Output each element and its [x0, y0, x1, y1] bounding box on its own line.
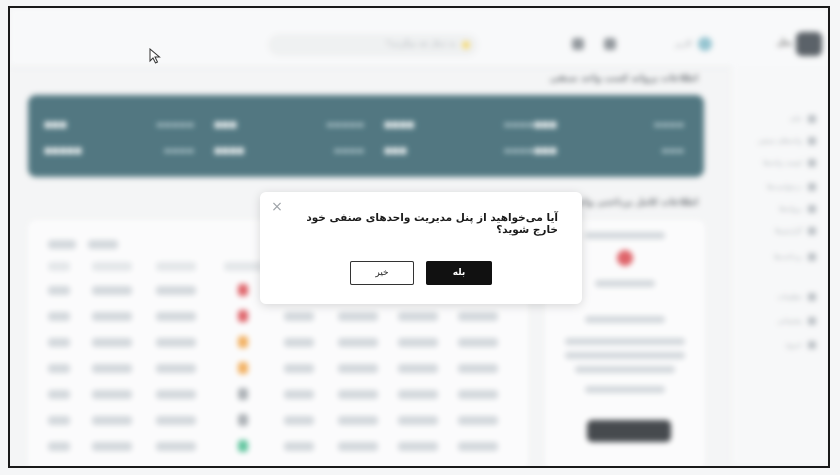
confirm-button[interactable]: بله	[426, 261, 492, 285]
dialog-message: آیا می‌خواهید از پنل مدیریت واحدهای صنفی…	[306, 212, 558, 236]
logout-confirm-dialog: × آیا می‌خواهید از پنل مدیریت واحدهای صن…	[260, 192, 582, 304]
mouse-cursor-icon	[149, 48, 161, 64]
app-window: به دنبال چه میگردید؟ کاربر پنل خانه واحد…	[8, 6, 830, 468]
cancel-button[interactable]: خیر	[350, 261, 414, 285]
